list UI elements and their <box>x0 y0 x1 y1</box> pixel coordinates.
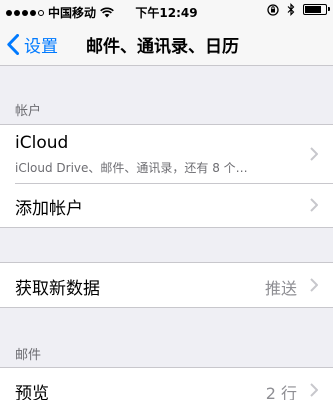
chevron-right-icon <box>310 147 318 161</box>
section-header-accounts: 帐户 <box>15 104 42 119</box>
back-button-label: 设置 <box>24 37 58 57</box>
status-bar: 中国移动 下午12:49 <box>0 0 333 22</box>
preview-label: 预览 <box>15 384 49 400</box>
account-title: iCloud <box>15 133 69 153</box>
back-button[interactable]: 设置 <box>7 32 58 57</box>
account-subtitle: iCloud Drive、邮件、通讯录，还有 8 个… <box>15 161 248 175</box>
battery-icon <box>303 4 330 15</box>
page-title: 邮件、通讯录、日历 <box>86 37 239 57</box>
mail-group: 预览 2 行 <box>0 367 333 400</box>
chevron-right-icon <box>310 198 318 212</box>
status-right <box>267 3 330 16</box>
section-header-mail: 邮件 <box>15 348 42 363</box>
account-row-icloud[interactable]: iCloud iCloud Drive、邮件、通讯录，还有 8 个… <box>0 125 333 183</box>
fetch-new-data-value: 推送 <box>264 279 297 298</box>
fetch-new-data-row[interactable]: 获取新数据 推送 <box>0 263 333 307</box>
add-account-button[interactable]: 添加帐户 <box>0 183 333 227</box>
accounts-group: iCloud iCloud Drive、邮件、通讯录，还有 8 个… 添加帐户 <box>0 124 333 228</box>
preview-value: 2 行 <box>265 384 297 400</box>
battery-fill <box>305 6 322 13</box>
navigation-bar: 设置 邮件、通讯录、日历 <box>0 22 333 66</box>
chevron-right-icon <box>310 383 318 397</box>
chevron-right-icon <box>310 278 318 292</box>
fetch-group: 获取新数据 推送 <box>0 262 333 308</box>
fetch-new-data-label: 获取新数据 <box>15 279 100 299</box>
bluetooth-icon <box>287 3 295 16</box>
add-account-label: 添加帐户 <box>15 199 83 219</box>
lock-rotation-icon <box>267 3 279 16</box>
preview-row[interactable]: 预览 2 行 <box>0 368 333 400</box>
back-chevron-icon <box>7 34 19 55</box>
